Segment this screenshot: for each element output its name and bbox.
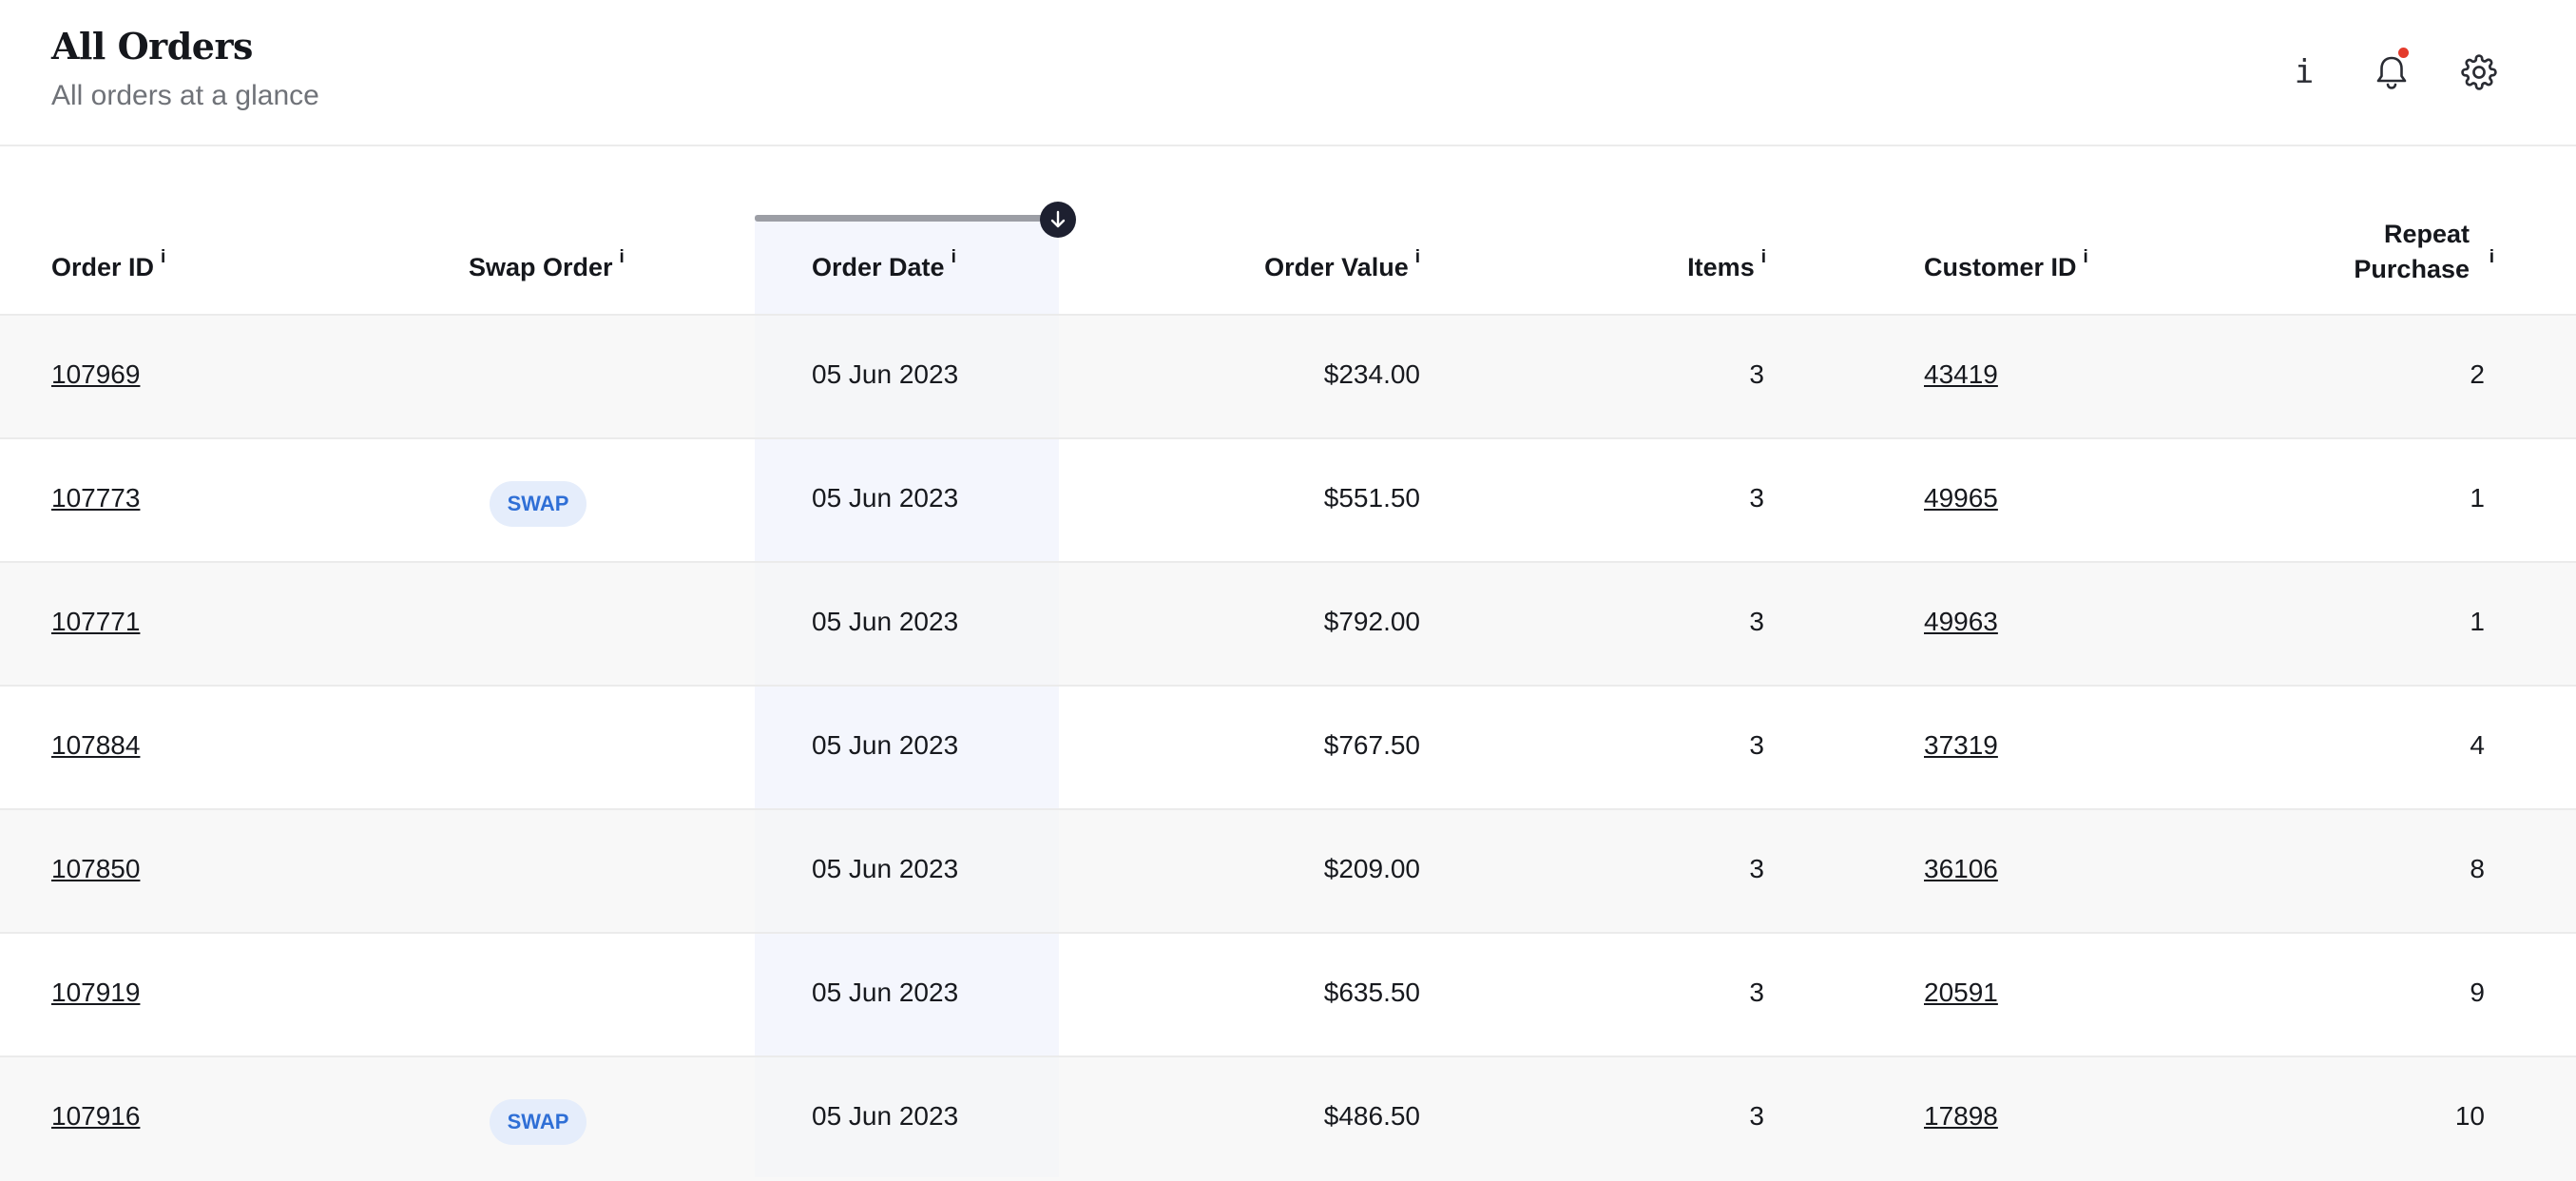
customer-id-link[interactable]: 37319: [1924, 730, 1998, 761]
order-value: $209.00: [1323, 854, 1420, 883]
order-value: $792.00: [1323, 607, 1420, 636]
bell-icon-graphic: [2376, 56, 2407, 89]
info-icon[interactable]: i: [2279, 48, 2329, 97]
customer-id-link[interactable]: 17898: [1924, 1101, 1998, 1132]
items-count: 3: [1749, 607, 1764, 636]
gear-icon-graphic: [2461, 54, 2497, 90]
arrow-down-icon: [1050, 210, 1066, 228]
column-header-customer-id[interactable]: Customer ID i: [1924, 247, 2088, 282]
order-id-link[interactable]: 107884: [51, 730, 140, 761]
info-icon[interactable]: i: [161, 247, 165, 267]
table-row[interactable]: 107916 SWAP 05 Jun 2023 $486.50 3 17898 …: [0, 1057, 2576, 1181]
sort-descending-icon[interactable]: [1040, 202, 1076, 238]
order-date: 05 Jun 2023: [812, 854, 959, 883]
orders-table: Order ID i Swap Order i Order Date i Order …: [0, 146, 2576, 1181]
column-header-order-value[interactable]: Order Value i: [1264, 247, 1420, 282]
order-date: 05 Jun 2023: [812, 483, 959, 513]
items-count: 3: [1749, 730, 1764, 760]
table-row[interactable]: 107773 SWAP 05 Jun 2023 $551.50 3 49965 …: [0, 439, 2576, 563]
customer-id-link[interactable]: 49965: [1924, 483, 1998, 513]
items-count: 3: [1749, 1101, 1764, 1131]
column-header-label: Swap Order: [469, 253, 613, 281]
order-id-link[interactable]: 107850: [51, 854, 140, 884]
column-header-label-line2: Purchase: [2354, 255, 2470, 283]
items-count: 3: [1749, 483, 1764, 513]
page-header: All Orders All orders at a glance i: [0, 0, 2576, 146]
customer-id-link[interactable]: 20591: [1924, 978, 1998, 1008]
order-date: 05 Jun 2023: [812, 730, 959, 760]
order-value: $234.00: [1323, 359, 1420, 389]
order-date: 05 Jun 2023: [812, 1101, 959, 1131]
bell-icon[interactable]: [2367, 48, 2416, 97]
column-header-label: Order Value: [1264, 253, 1409, 281]
table-row[interactable]: 107850 05 Jun 2023 $209.00 3 36106 8: [0, 810, 2576, 934]
customer-id-link[interactable]: 49963: [1924, 607, 1998, 637]
column-header-order-id[interactable]: Order ID i: [51, 247, 165, 282]
customer-id-link[interactable]: 43419: [1924, 359, 1998, 390]
table-row[interactable]: 107969 05 Jun 2023 $234.00 3 43419 2: [0, 316, 2576, 439]
info-icon[interactable]: i: [2084, 247, 2088, 267]
page-subtitle: All orders at a glance: [51, 80, 319, 111]
order-date: 05 Jun 2023: [812, 978, 959, 1007]
order-value: $551.50: [1323, 483, 1420, 513]
info-icon-glyph: i: [2294, 53, 2315, 91]
order-value: $486.50: [1323, 1101, 1420, 1131]
order-value: $635.50: [1323, 978, 1420, 1007]
column-header-label: Items: [1687, 253, 1755, 281]
swap-badge: SWAP: [490, 481, 586, 527]
column-header-repeat-purchase[interactable]: Repeat Purchase i: [2354, 217, 2494, 287]
items-count: 3: [1749, 854, 1764, 883]
notification-dot: [2398, 48, 2409, 58]
items-count: 3: [1749, 978, 1764, 1007]
column-header-label: Order ID: [51, 253, 155, 281]
info-icon[interactable]: i: [952, 247, 956, 267]
info-icon[interactable]: i: [2489, 240, 2494, 275]
order-id-link[interactable]: 107969: [51, 359, 140, 390]
column-header-order-date[interactable]: Order Date i: [812, 247, 956, 282]
table-row[interactable]: 107884 05 Jun 2023 $767.50 3 37319 4: [0, 687, 2576, 810]
repeat-purchase: 1: [2470, 607, 2485, 636]
column-header-swap-order[interactable]: Swap Order i: [469, 247, 625, 282]
order-value: $767.50: [1323, 730, 1420, 760]
repeat-purchase: 8: [2470, 854, 2485, 883]
column-header-items[interactable]: Items i: [1687, 247, 1766, 282]
items-count: 3: [1749, 359, 1764, 389]
page-title: All Orders: [51, 25, 253, 68]
info-icon[interactable]: i: [620, 247, 625, 267]
repeat-purchase: 9: [2470, 978, 2485, 1007]
column-scroll-track[interactable]: [755, 215, 1057, 222]
order-id-link[interactable]: 107916: [51, 1101, 140, 1132]
gear-icon[interactable]: [2454, 48, 2504, 97]
order-id-link[interactable]: 107773: [51, 483, 140, 513]
column-header-label: Order Date: [812, 253, 945, 281]
column-header-label: Customer ID: [1924, 253, 2077, 281]
order-id-link[interactable]: 107771: [51, 607, 140, 637]
order-id-link[interactable]: 107919: [51, 978, 140, 1008]
order-date: 05 Jun 2023: [812, 607, 959, 636]
info-icon[interactable]: i: [1761, 247, 1766, 267]
order-date: 05 Jun 2023: [812, 359, 959, 389]
repeat-purchase: 1: [2470, 483, 2485, 513]
repeat-purchase: 4: [2470, 730, 2485, 760]
table-row[interactable]: 107919 05 Jun 2023 $635.50 3 20591 9: [0, 934, 2576, 1057]
repeat-purchase: 10: [2454, 1101, 2485, 1131]
repeat-purchase: 2: [2470, 359, 2485, 389]
swap-badge: SWAP: [490, 1099, 586, 1145]
table-row[interactable]: 107771 05 Jun 2023 $792.00 3 49963 1: [0, 563, 2576, 687]
customer-id-link[interactable]: 36106: [1924, 854, 1998, 884]
info-icon[interactable]: i: [1415, 247, 1420, 267]
column-header-label-line1: Repeat: [2383, 220, 2470, 248]
